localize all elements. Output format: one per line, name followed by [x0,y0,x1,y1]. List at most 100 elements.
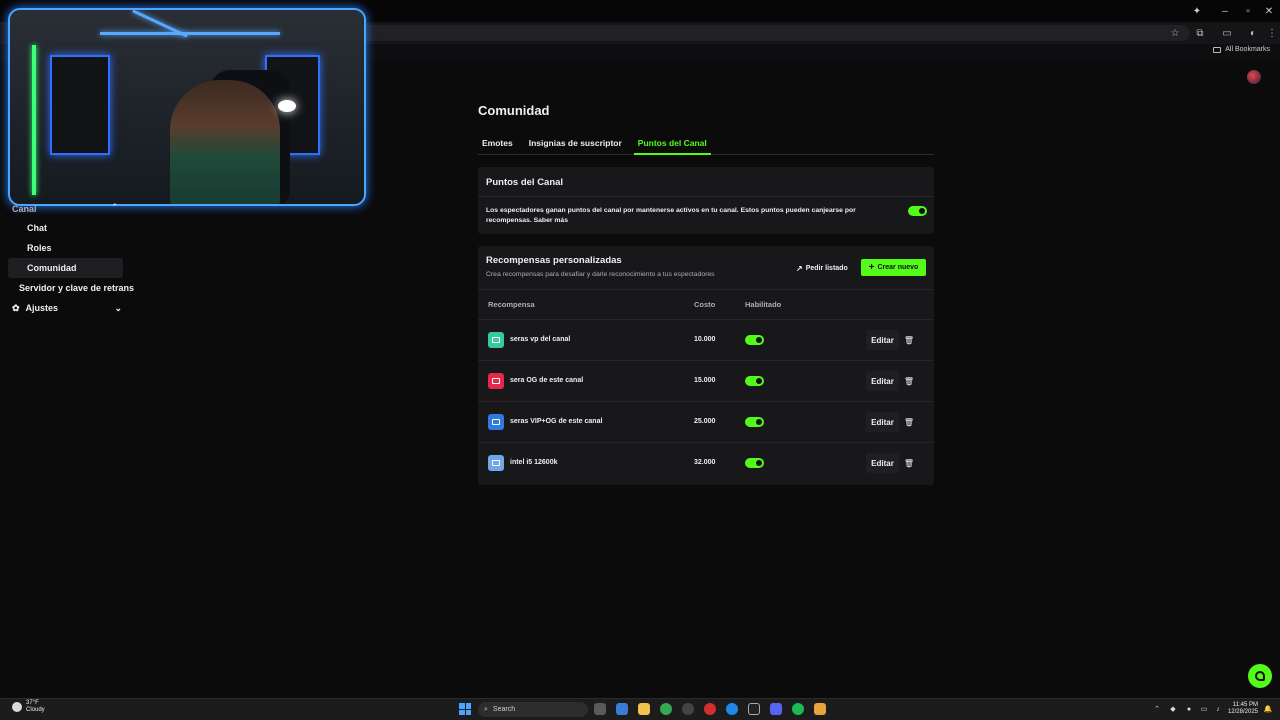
weather-widget[interactable]: 37°F Cloudy [12,700,45,714]
request-list-label: Pedir listado [805,264,848,272]
tab-insignias[interactable]: Insignias de suscriptor [525,133,626,155]
obs-icon[interactable] [682,703,694,715]
tab-puntos-del-canal[interactable]: Puntos del Canal [633,133,711,155]
user-avatar[interactable] [1247,70,1261,84]
sidebar-item-canal[interactable]: Canal [12,203,37,215]
cloud-icon [12,702,22,712]
trash-icon[interactable]: 🗑 [904,374,914,388]
table-row: seras vp del canal 10.000 Editar 🗑 [478,319,934,360]
reward-enabled-toggle[interactable] [745,417,764,427]
file-explorer-icon[interactable] [638,703,650,715]
tab-bar: Emotes Insignias de suscriptor Puntos de… [478,133,934,155]
sidebar-item-label: Ajustes [25,303,59,313]
channel-points-description: Los espectadores ganan puntos del canal … [486,207,856,224]
custom-rewards-card: Recompensas personalizadas Crea recompen… [478,246,934,485]
sidebar-item-servidor[interactable]: Servidor y clave de retrans [19,282,134,294]
channel-points-toggle[interactable] [908,206,927,216]
mic-icon[interactable]: ● [1185,705,1193,713]
gear-icon: ✿ [12,302,20,313]
sidebar-item-label: Servidor y clave de retrans [19,283,135,293]
create-reward-label: Crear nuevo [877,264,919,271]
plus-icon: + [868,261,875,273]
task-view-icon[interactable] [594,703,606,715]
table-row: seras VIP+OG de este canal 25.000 Editar… [478,401,934,442]
trash-icon[interactable]: 🗑 [904,456,914,470]
reward-cost: 32.000 [694,459,716,466]
sidebar-item-roles[interactable]: Roles [27,242,52,254]
sidebar-item-chat[interactable]: Chat [27,222,47,234]
maximize-icon[interactable]: ▫ [1239,4,1257,18]
ticket-icon [488,373,504,389]
chevron-up-icon[interactable]: ⌃ [1153,705,1161,713]
rewards-title: Recompensas personalizadas [486,255,622,266]
request-list-button[interactable]: ↗ Pedir listado [796,261,848,275]
channel-points-card: Puntos del Canal Los espectadores ganan … [478,167,934,234]
create-reward-button[interactable]: + Crear nuevo [861,259,926,276]
reward-enabled-toggle[interactable] [745,458,764,468]
column-header-cost: Costo [694,300,716,309]
clock-date: 12/28/2025 [1227,709,1258,715]
weather-temp: 37°F [26,700,39,706]
trash-icon[interactable]: 🗑 [904,333,914,347]
profile-icon[interactable]: ◐ [1246,26,1260,40]
sidebar-item-label: Chat [27,223,47,233]
volume-icon[interactable]: ♪ [1214,705,1222,713]
reward-name: seras vp del canal [510,336,571,343]
reward-cost: 10.000 [694,336,716,343]
sidebar-item-ajustes[interactable]: ✿ Ajustes ⌄ [12,302,122,314]
capcut-icon[interactable] [748,703,760,715]
clock-time: 11:45 PM [1232,702,1258,708]
shield-icon[interactable]: ◆ [1169,705,1177,713]
reward-enabled-toggle[interactable] [745,335,764,345]
sidebar-item-label: Roles [27,243,52,253]
bookmark-star-icon[interactable]: ☆ [1168,26,1182,40]
menu-dots-icon[interactable]: ⋮ [1265,26,1279,40]
edit-button[interactable]: Editar [866,371,899,391]
url-omnibox[interactable] [360,25,1190,41]
opera-icon[interactable] [704,703,716,715]
webcam-overlay [8,8,366,206]
reward-name: seras VIP+OG de este canal [510,418,603,425]
page-title: Comunidad [478,103,550,118]
search-icon: ⌕ [484,705,488,713]
puzzle-extension-icon[interactable]: ⧉ [1193,26,1207,40]
reward-enabled-toggle[interactable] [745,376,764,386]
sidebar-item-label: Comunidad [27,263,77,273]
copilot-icon[interactable] [616,703,628,715]
chevron-down-icon: ⌄ [114,302,122,313]
close-icon[interactable]: ✕ [1260,4,1278,18]
extensions-icon[interactable]: ✦ [1188,4,1206,18]
all-bookmarks[interactable]: All Bookmarks [1213,46,1270,53]
cast-icon[interactable]: ▭ [1220,26,1234,40]
taskbar-search[interactable]: ⌕ Search [478,702,588,717]
all-bookmarks-label: All Bookmarks [1225,46,1270,53]
edge-icon[interactable] [726,703,738,715]
sidebar-item-label: Canal [12,204,37,214]
folder-icon [1213,46,1222,53]
minimize-icon[interactable]: – [1216,4,1234,18]
reward-cost: 15.000 [694,377,716,384]
taskbar-search-label: Search [492,706,516,713]
network-icon[interactable]: ▭ [1200,705,1208,713]
reward-cost: 25.000 [694,418,716,425]
tab-emotes[interactable]: Emotes [478,133,517,155]
table-row: intel i5 12600k 32.000 Editar 🗑 [478,442,934,483]
spotify-icon[interactable] [792,703,804,715]
chrome-icon[interactable] [660,703,672,715]
clock[interactable]: 11:45 PM 12/28/2025 [1228,702,1258,716]
discord-icon[interactable] [770,703,782,715]
chevron-up-icon[interactable]: ⌃ [111,202,119,213]
chat-bubble-icon [1255,671,1265,681]
edit-button[interactable]: Editar [866,412,899,432]
ticket-icon [488,455,504,471]
trash-icon[interactable]: 🗑 [904,415,914,429]
edit-button[interactable]: Editar [866,330,899,350]
notification-bell-icon[interactable]: 🔔 [1264,705,1273,713]
weather-desc: Cloudy [26,707,45,713]
help-chat-button[interactable] [1248,664,1272,688]
sidebar-item-comunidad[interactable]: Comunidad [8,258,123,278]
app-icon[interactable] [814,703,826,715]
windows-start-icon[interactable] [459,703,471,715]
column-header-reward: Recompensa [488,300,535,309]
edit-button[interactable]: Editar [866,453,899,473]
